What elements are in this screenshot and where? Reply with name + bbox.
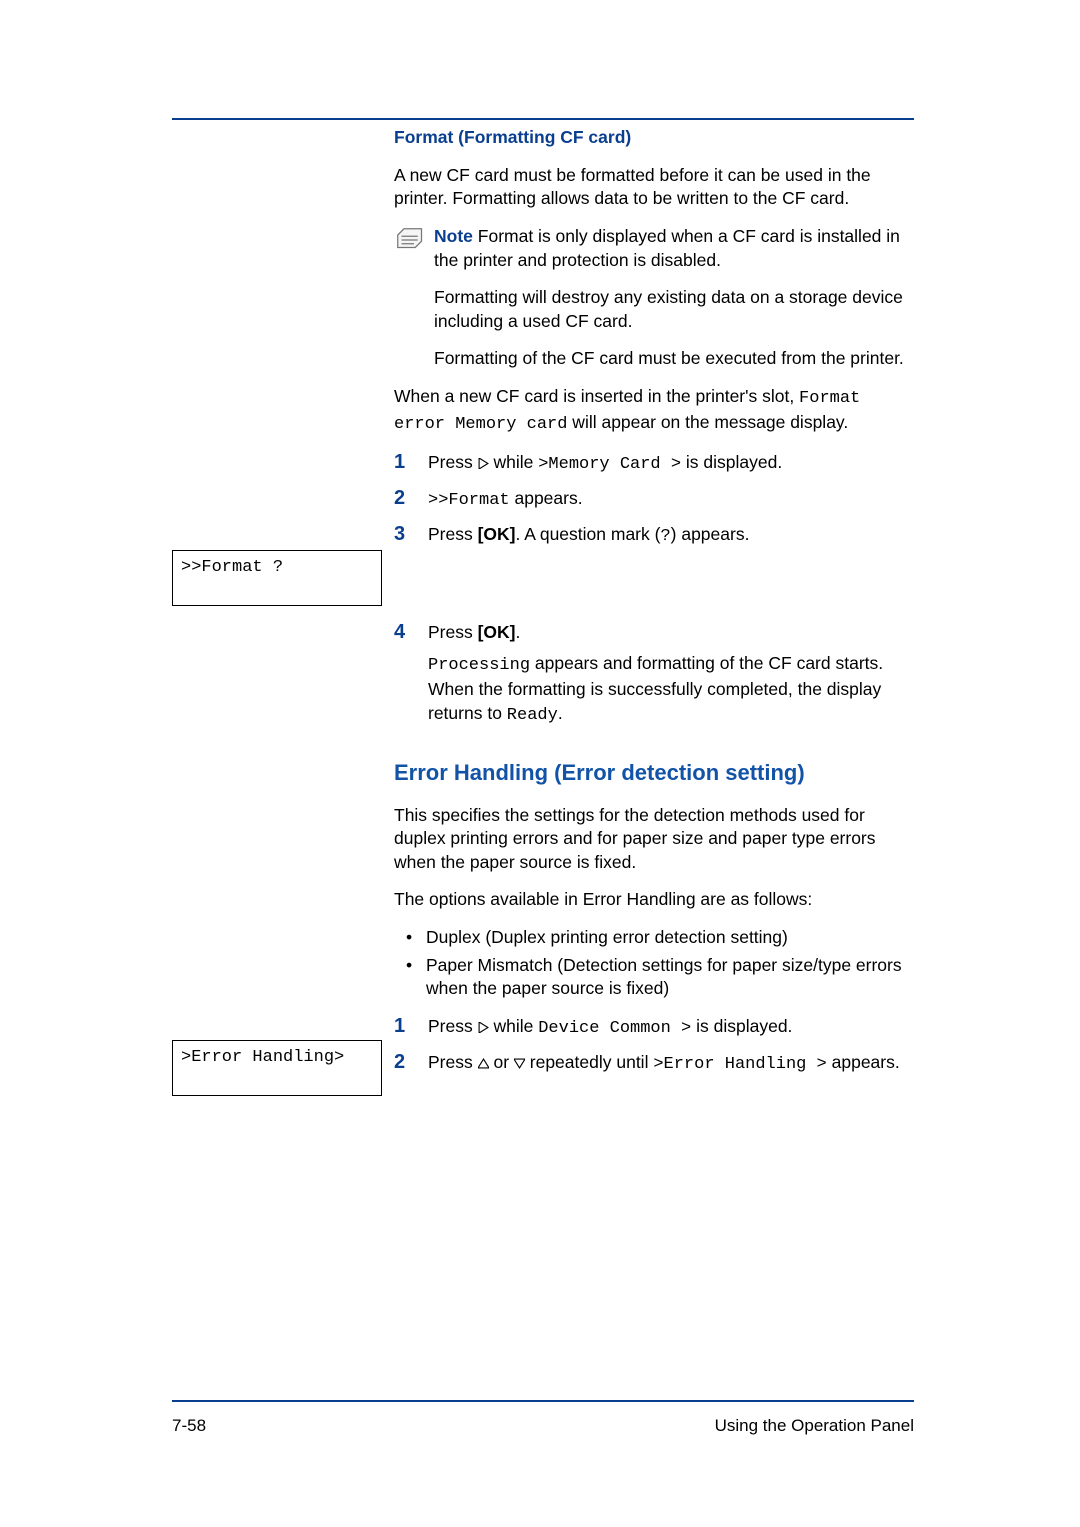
note-sub1: Formatting will destroy any existing dat… bbox=[434, 286, 914, 333]
text: while bbox=[489, 1016, 539, 1036]
note-icon bbox=[394, 225, 424, 262]
format-steps: 1 Press while >Memory Card > is displaye… bbox=[394, 451, 914, 549]
text: repeatedly until bbox=[525, 1052, 653, 1072]
lcd-display-error-handling: >Error Handling> bbox=[172, 1040, 382, 1096]
right-triangle-icon bbox=[478, 452, 489, 476]
code: Processing bbox=[428, 656, 530, 675]
text: is displayed. bbox=[681, 452, 782, 472]
error-options-lead: The options available in Error Handling … bbox=[394, 888, 914, 912]
error-options-list: Duplex (Duplex printing error detection … bbox=[394, 926, 914, 1001]
code: Device Common > bbox=[538, 1019, 691, 1038]
text: When a new CF card is inserted in the pr… bbox=[394, 386, 799, 406]
step-body: Press [OK]. A question mark (?) appears. bbox=[428, 524, 749, 544]
spacer bbox=[394, 559, 914, 621]
text: ) appears. bbox=[671, 524, 750, 544]
note-label: Note bbox=[434, 226, 473, 246]
note-sub2: Formatting of the CF card must be execut… bbox=[434, 347, 914, 371]
text: Press bbox=[428, 1016, 478, 1036]
note-block: Note Format is only displayed when a CF … bbox=[394, 225, 914, 272]
text: Press bbox=[428, 1052, 478, 1072]
right-triangle-icon bbox=[478, 1016, 489, 1040]
code: >Memory Card > bbox=[538, 455, 681, 474]
step-body: Press while >Memory Card > is displayed. bbox=[428, 452, 782, 472]
code: ? bbox=[660, 527, 670, 546]
text: . A question mark ( bbox=[516, 524, 661, 544]
step-sub: Processing appears and formatting of the… bbox=[428, 652, 914, 728]
list-item: Duplex (Duplex printing error detection … bbox=[394, 926, 914, 950]
text: appears. bbox=[827, 1052, 900, 1072]
step-2: 2 >>Format appears. bbox=[394, 487, 914, 513]
error-steps: 1 Press while Device Common > is display… bbox=[394, 1015, 914, 1077]
code: >Error Handling > bbox=[653, 1055, 826, 1074]
step-2: 2 Press or repeatedly until >Error Handl… bbox=[394, 1051, 914, 1077]
text: Press bbox=[428, 622, 478, 642]
step-number: 1 bbox=[394, 449, 405, 476]
format-steps-cont: 4 Press [OK]. Processing appears and for… bbox=[394, 621, 914, 728]
text: is displayed. bbox=[691, 1016, 792, 1036]
header-rule bbox=[172, 118, 914, 120]
up-triangle-icon bbox=[478, 1052, 489, 1076]
text: or bbox=[489, 1052, 514, 1072]
text: . bbox=[558, 703, 563, 723]
code: >>Format bbox=[428, 491, 510, 510]
step-number: 2 bbox=[394, 1049, 405, 1076]
footer-rule bbox=[172, 1400, 914, 1402]
step-number: 2 bbox=[394, 485, 405, 512]
step-body: >>Format appears. bbox=[428, 488, 583, 508]
error-intro: This specifies the settings for the dete… bbox=[394, 804, 914, 875]
text: . bbox=[516, 622, 521, 642]
text: will appear on the message display. bbox=[567, 412, 848, 432]
step-number: 3 bbox=[394, 521, 405, 548]
note-body-text: Format is only displayed when a CF card … bbox=[434, 226, 900, 270]
lcd-display-format: >>Format ? bbox=[172, 550, 382, 606]
lcd-text: >>Format ? bbox=[181, 558, 283, 577]
page-number: 7-58 bbox=[172, 1415, 206, 1438]
format-insert-paragraph: When a new CF card is inserted in the pr… bbox=[394, 385, 914, 437]
text: Press bbox=[428, 524, 478, 544]
step-1: 1 Press while Device Common > is display… bbox=[394, 1015, 914, 1041]
heading-format: Format (Formatting CF card) bbox=[394, 126, 914, 150]
main-column: Format (Formatting CF card) A new CF car… bbox=[394, 126, 914, 1087]
step-body: Press [OK]. bbox=[428, 622, 520, 642]
step-number: 4 bbox=[394, 619, 405, 646]
step-1: 1 Press while >Memory Card > is displaye… bbox=[394, 451, 914, 477]
code: Ready bbox=[507, 706, 558, 725]
text: while bbox=[489, 452, 539, 472]
footer: 7-58 Using the Operation Panel bbox=[172, 1415, 914, 1438]
ok-key: [OK] bbox=[478, 622, 516, 642]
step-3: 3 Press [OK]. A question mark (?) appear… bbox=[394, 523, 914, 549]
step-body: Press while Device Common > is displayed… bbox=[428, 1016, 792, 1036]
format-intro: A new CF card must be formatted before i… bbox=[394, 164, 914, 211]
ok-key: [OK] bbox=[478, 524, 516, 544]
text: appears. bbox=[510, 488, 583, 508]
step-body: Press or repeatedly until >Error Handlin… bbox=[428, 1052, 900, 1072]
down-triangle-icon bbox=[514, 1052, 525, 1076]
text: Press bbox=[428, 452, 478, 472]
step-4: 4 Press [OK]. Processing appears and for… bbox=[394, 621, 914, 728]
text: Duplex (Duplex printing error detection … bbox=[426, 927, 788, 947]
footer-section: Using the Operation Panel bbox=[715, 1415, 914, 1438]
lcd-text: >Error Handling> bbox=[181, 1048, 344, 1067]
text: Paper Mismatch (Detection settings for p… bbox=[426, 955, 902, 999]
note-text: Note Format is only displayed when a CF … bbox=[434, 225, 914, 272]
list-item: Paper Mismatch (Detection settings for p… bbox=[394, 954, 914, 1001]
heading-error-handling: Error Handling (Error detection setting) bbox=[394, 758, 914, 788]
step-number: 1 bbox=[394, 1013, 405, 1040]
